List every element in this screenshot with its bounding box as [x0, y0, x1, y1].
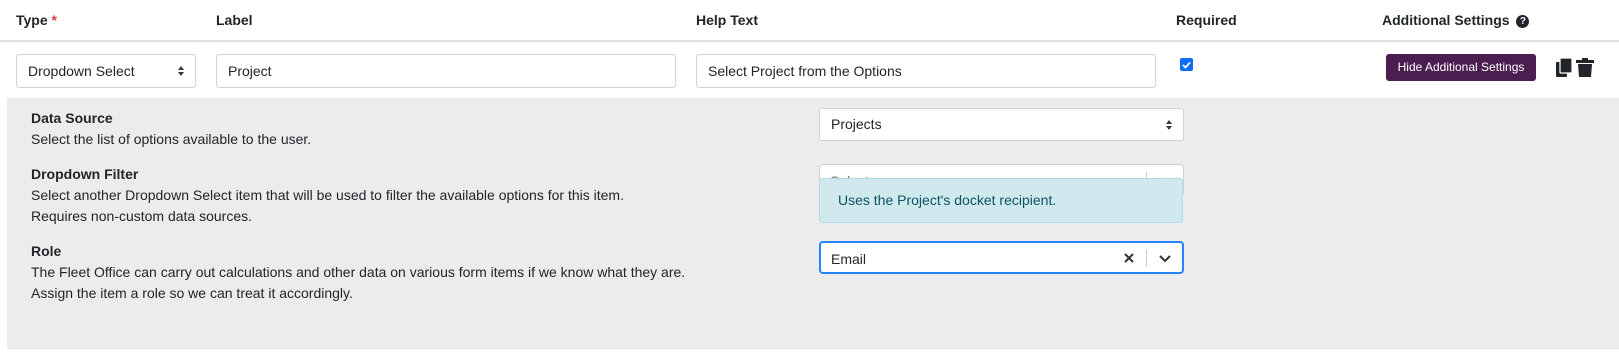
type-select-value: Dropdown Select: [28, 63, 135, 79]
role-info-alert: Uses the Project's docket recipient.: [819, 178, 1183, 223]
role-title: Role: [31, 243, 62, 259]
required-checkbox[interactable]: [1180, 58, 1193, 71]
chevron-down-icon[interactable]: [1158, 253, 1172, 263]
role-select-value: Email: [831, 251, 867, 267]
trash-icon[interactable]: [1576, 58, 1594, 78]
check-icon: [1182, 61, 1191, 69]
type-select[interactable]: Dropdown Select: [16, 54, 196, 88]
label-column-header: Label: [216, 12, 253, 28]
help-text-input-value: Select Project from the Options: [708, 63, 902, 79]
label-input-value: Project: [228, 63, 272, 79]
type-column-header: Type *: [16, 12, 57, 28]
additional-settings-column-header: Additional Settings ?: [1382, 12, 1530, 28]
hide-additional-settings-button[interactable]: Hide Additional Settings: [1386, 54, 1536, 81]
table-header: Type * Label Help Text Required Addition…: [0, 0, 1619, 42]
select-arrows-icon: [1166, 120, 1172, 130]
clear-icon[interactable]: [1123, 252, 1135, 264]
additional-settings-panel: Data Source Select the list of options a…: [7, 98, 1619, 349]
data-source-select[interactable]: Projects: [819, 108, 1184, 141]
form-item-row: Dropdown Select Project Select Project f…: [0, 42, 1619, 98]
role-select[interactable]: Email: [819, 241, 1184, 274]
data-source-select-value: Projects: [831, 116, 882, 132]
additional-settings-header-label: Additional Settings: [1382, 12, 1510, 28]
help-text-input[interactable]: Select Project from the Options: [696, 54, 1156, 88]
role-description-1: The Fleet Office can carry out calculati…: [31, 264, 686, 280]
required-column-header: Required: [1176, 12, 1237, 28]
indicator-separator: [1146, 249, 1147, 267]
role-description-2: Assign the item a role so we can treat i…: [31, 285, 353, 301]
type-header-label: Type: [16, 12, 48, 28]
dropdown-filter-description-2: Requires non-custom data sources.: [31, 208, 252, 224]
copy-icon[interactable]: [1555, 58, 1573, 78]
data-source-description: Select the list of options available to …: [31, 131, 312, 147]
required-star: *: [51, 12, 57, 28]
select-arrows-icon: [178, 66, 184, 76]
data-source-title: Data Source: [31, 110, 113, 126]
dropdown-filter-description-1: Select another Dropdown Select item that…: [31, 187, 624, 203]
dropdown-filter-title: Dropdown Filter: [31, 166, 139, 182]
question-circle-icon[interactable]: ?: [1516, 15, 1530, 28]
label-input[interactable]: Project: [216, 54, 676, 88]
help-text-column-header: Help Text: [696, 12, 758, 28]
